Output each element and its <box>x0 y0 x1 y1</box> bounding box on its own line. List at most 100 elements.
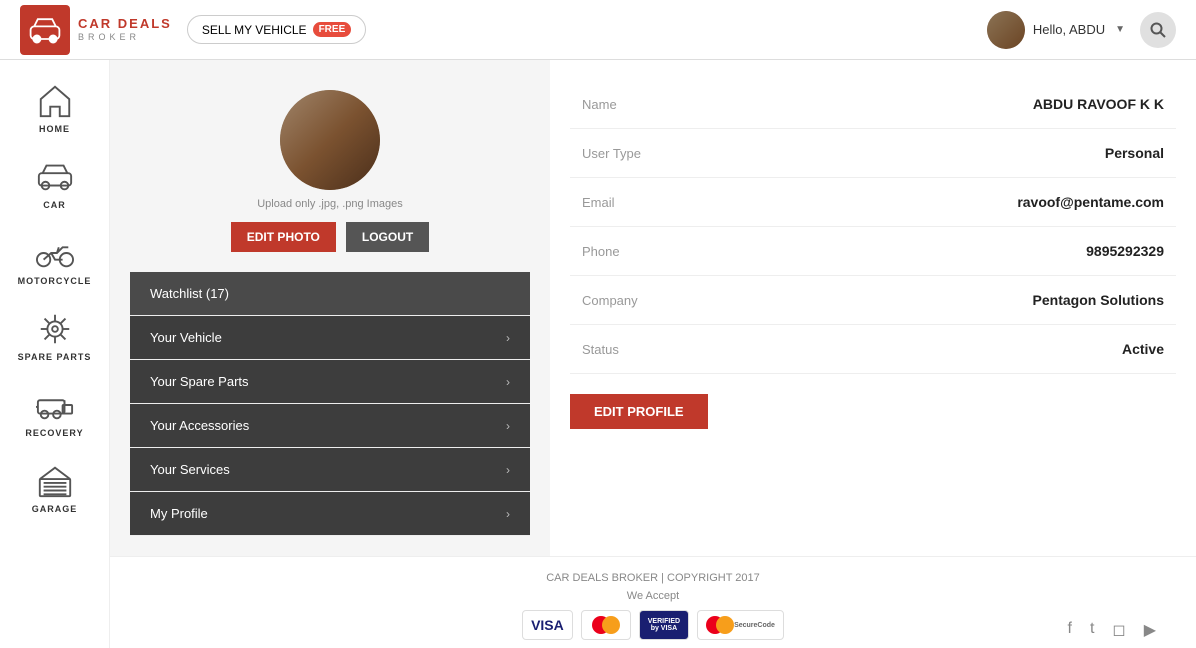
menu-vehicle-label: Your Vehicle <box>150 330 222 345</box>
sidebar-item-garage-label: GARAGE <box>32 504 78 514</box>
sidebar-item-spare-parts-label: SPARE PARTS <box>18 352 92 362</box>
sidebar-item-spare-parts[interactable]: SPARE PARTS <box>0 298 109 374</box>
menu-item-vehicle[interactable]: Your Vehicle › <box>130 316 530 360</box>
sidebar-item-home-label: HOME <box>39 124 70 134</box>
field-label: Phone <box>570 227 768 276</box>
mc-yellow-circle <box>602 616 620 634</box>
sell-button-label: SELL MY VEHICLE <box>202 23 307 37</box>
table-row: Name ABDU RAVOOF K K <box>570 80 1176 129</box>
facebook-icon[interactable]: f <box>1068 620 1072 640</box>
sidebar-item-home[interactable]: HOME <box>0 70 109 146</box>
table-row: Company Pentagon Solutions <box>570 276 1176 325</box>
logo-icon <box>20 5 70 55</box>
logo: CAR DEALS BROKER <box>20 5 172 55</box>
sell-vehicle-button[interactable]: SELL MY VEHICLE FREE <box>187 15 366 44</box>
home-icon <box>36 82 74 120</box>
chevron-right-icon-3: › <box>506 419 510 433</box>
field-label: User Type <box>570 129 768 178</box>
edit-photo-button[interactable]: EDIT PHOTO <box>231 222 336 252</box>
twitter-icon[interactable]: t <box>1090 620 1094 640</box>
logout-button[interactable]: LOGOUT <box>346 222 429 252</box>
table-row: Email ravoof@pentame.com <box>570 178 1176 227</box>
upload-hint: Upload only .jpg, .png Images <box>257 198 403 210</box>
menu-spare-parts-label: Your Spare Parts <box>150 374 249 389</box>
table-row: Phone 9895292329 <box>570 227 1176 276</box>
verified-text: VERIFIEDby VISA <box>648 618 680 632</box>
copyright-text: CAR DEALS BROKER | COPYRIGHT 2017 <box>130 572 1176 584</box>
spare-parts-icon <box>36 310 74 348</box>
field-value: Personal <box>768 129 1176 178</box>
menu-item-services[interactable]: Your Services › <box>130 448 530 492</box>
right-panel: Name ABDU RAVOOF K K User Type Personal … <box>550 60 1196 556</box>
search-button[interactable] <box>1140 12 1176 48</box>
menu-watchlist-label: Watchlist (17) <box>150 286 229 301</box>
sidebar: HOME CAR MOTORCYCLE <box>0 60 110 648</box>
menu-item-accessories[interactable]: Your Accessories › <box>130 404 530 448</box>
edit-profile-button[interactable]: EDIT PROFILE <box>570 394 708 429</box>
field-label: Company <box>570 276 768 325</box>
chevron-right-icon-2: › <box>506 375 510 389</box>
chevron-down-icon: ▼ <box>1115 24 1125 35</box>
menu-services-label: Your Services <box>150 462 230 477</box>
photo-btn-row: EDIT PHOTO LOGOUT <box>231 222 429 252</box>
topbar-left: CAR DEALS BROKER SELL MY VEHICLE FREE <box>20 5 366 55</box>
left-panel: Upload only .jpg, .png Images EDIT PHOTO… <box>110 60 550 556</box>
verified-by-visa-card: VERIFIEDby VISA <box>639 610 689 640</box>
search-icon <box>1150 22 1166 38</box>
motorcycle-icon <box>36 234 74 272</box>
secure-code-text: SecureCode <box>734 622 775 629</box>
menu-profile-label: My Profile <box>150 506 208 521</box>
profile-table: Name ABDU RAVOOF K K User Type Personal … <box>570 80 1176 374</box>
field-value: ABDU RAVOOF K K <box>768 80 1176 129</box>
mastercard-secure-card: SecureCode <box>697 610 784 640</box>
youtube-icon[interactable]: ▶ <box>1144 620 1156 640</box>
main-container: HOME CAR MOTORCYCLE <box>0 60 1196 648</box>
garage-icon <box>36 462 74 500</box>
menu-accessories-label: Your Accessories <box>150 418 249 433</box>
mastercard-logo <box>592 616 620 634</box>
profile-section: Upload only .jpg, .png Images EDIT PHOTO… <box>110 60 1196 556</box>
sidebar-item-motorcycle[interactable]: MOTORCYCLE <box>0 222 109 298</box>
field-value: ravoof@pentame.com <box>768 178 1176 227</box>
chevron-right-icon: › <box>506 331 510 345</box>
instagram-icon[interactable]: ◻ <box>1112 620 1125 640</box>
field-value: 9895292329 <box>768 227 1176 276</box>
hello-text: Hello, ABDU <box>1033 22 1105 37</box>
menu-item-spare-parts[interactable]: Your Spare Parts › <box>130 360 530 404</box>
field-value: Active <box>768 325 1176 374</box>
mc-secure-yellow <box>716 616 734 634</box>
car-icon <box>36 158 74 196</box>
logo-text: CAR DEALS BROKER <box>78 16 172 42</box>
user-area[interactable]: Hello, ABDU ▼ <box>987 11 1125 49</box>
avatar-area: Upload only .jpg, .png Images EDIT PHOTO… <box>130 70 530 262</box>
mastercard-card <box>581 610 631 640</box>
sidebar-item-car-label: CAR <box>43 200 66 210</box>
topbar: CAR DEALS BROKER SELL MY VEHICLE FREE He… <box>0 0 1196 60</box>
social-icons: f t ◻ ▶ <box>1068 620 1157 640</box>
menu-item-watchlist[interactable]: Watchlist (17) <box>130 272 530 316</box>
car-logo-svg <box>27 12 63 48</box>
profile-avatar-inner <box>280 90 380 190</box>
field-label: Name <box>570 80 768 129</box>
visa-card: VISA <box>522 610 573 640</box>
free-badge: FREE <box>313 22 352 37</box>
payment-cards: VISA VERIFIEDby VISA <box>130 610 1176 640</box>
footer: CAR DEALS BROKER | COPYRIGHT 2017 We Acc… <box>110 556 1196 648</box>
chevron-right-icon-4: › <box>506 463 510 477</box>
menu-item-profile[interactable]: My Profile › <box>130 492 530 536</box>
recovery-icon <box>36 386 74 424</box>
content-area: Upload only .jpg, .png Images EDIT PHOTO… <box>110 60 1196 648</box>
mc-secure-logo <box>706 616 734 634</box>
sidebar-item-car[interactable]: CAR <box>0 146 109 222</box>
profile-avatar <box>280 90 380 190</box>
sidebar-item-recovery[interactable]: RECOVERY <box>0 374 109 450</box>
table-row: Status Active <box>570 325 1176 374</box>
table-row: User Type Personal <box>570 129 1176 178</box>
chevron-right-icon-5: › <box>506 507 510 521</box>
we-accept-text: We Accept <box>130 590 1176 602</box>
field-label: Email <box>570 178 768 227</box>
avatar <box>987 11 1025 49</box>
sidebar-item-garage[interactable]: GARAGE <box>0 450 109 526</box>
field-value: Pentagon Solutions <box>768 276 1176 325</box>
visa-logo: VISA <box>531 617 564 633</box>
